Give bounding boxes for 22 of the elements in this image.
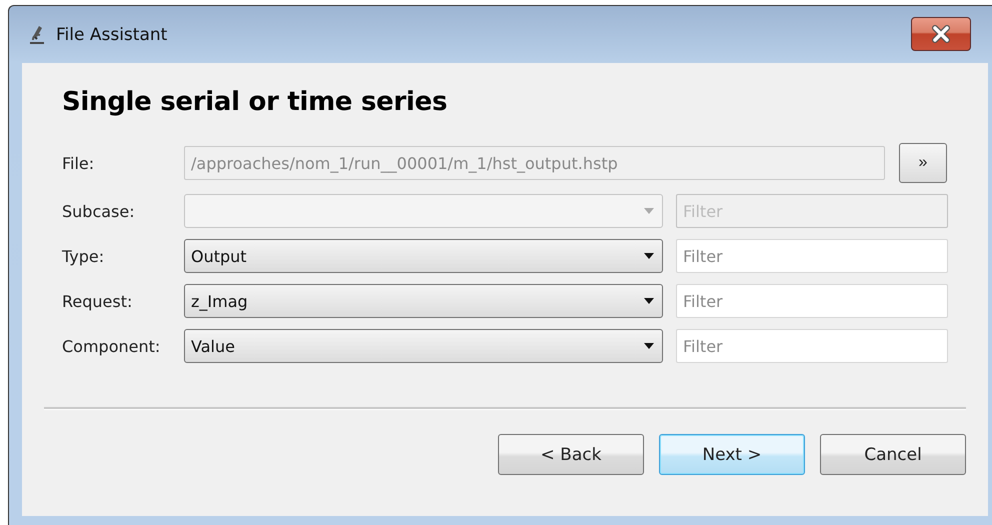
close-button[interactable] [911,16,971,50]
field-label: Component: [62,336,162,356]
caret-icon [644,253,654,259]
dropdown[interactable]: z_Imag [184,284,663,318]
window-title: File Assistant [56,24,168,44]
filter-field[interactable]: Filter [676,329,948,363]
field-label: Subcase: [62,202,136,220]
filter-field[interactable]: Filter [676,239,948,273]
caret-icon [644,208,654,214]
field-label: File: [62,154,96,172]
dropdown[interactable]: Output [184,239,663,273]
page-heading: Single serial or time series [62,87,448,117]
filter-field[interactable]: Filter [676,284,948,318]
dialog-button[interactable]: Cancel [820,434,966,475]
dropdown[interactable]: Value [184,329,663,363]
caret-icon [644,343,654,349]
dialog-button[interactable]: Next > [659,434,805,475]
caret-icon [644,298,654,304]
field-label: Request: [62,292,134,310]
dialog-button[interactable]: < Back [498,434,644,475]
close-icon [930,24,952,44]
field-label: Type: [62,246,106,266]
